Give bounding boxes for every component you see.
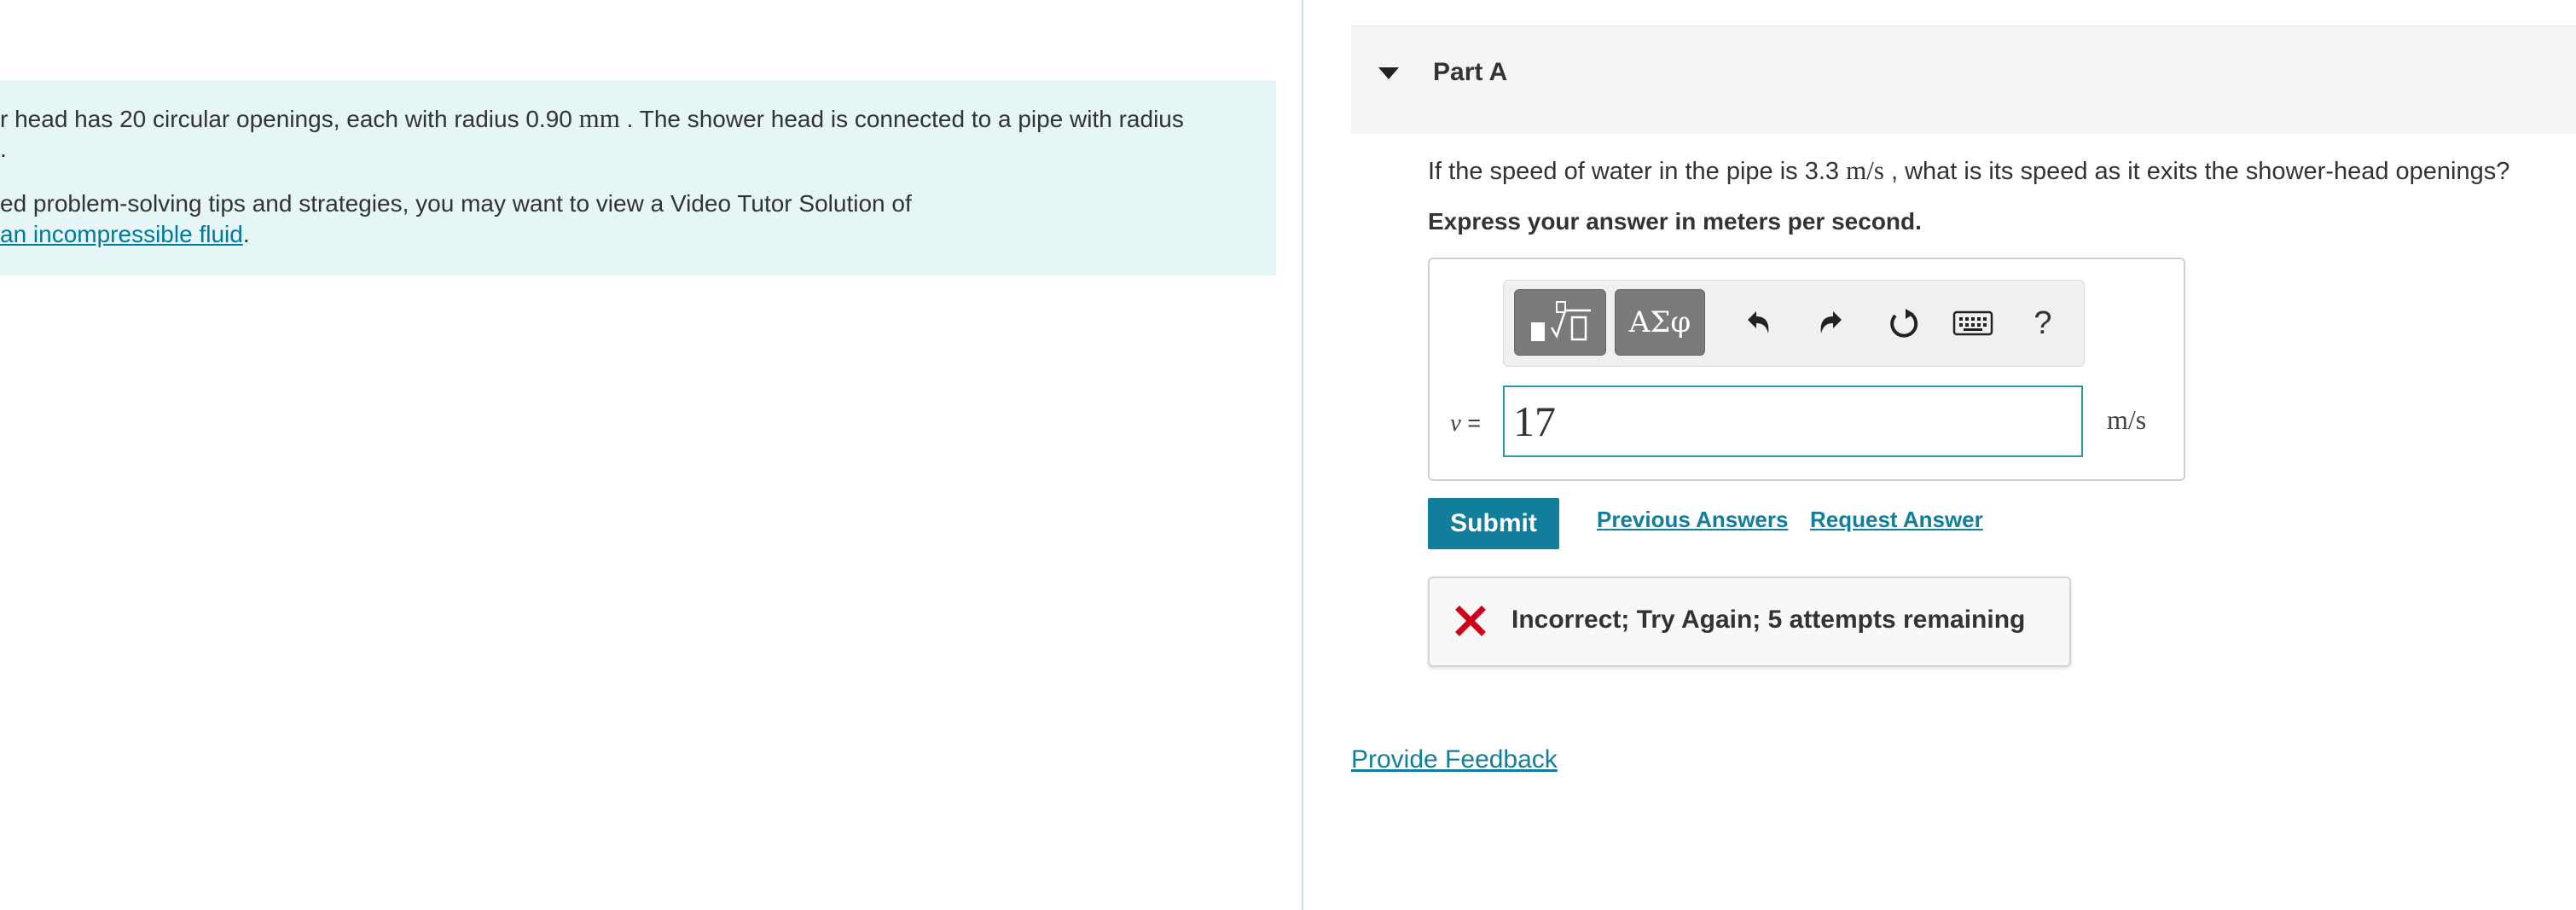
submit-button[interactable]: Submit <box>1428 498 1559 549</box>
answer-variable: v <box>1450 409 1461 437</box>
problem-text-line1: r head has 20 circular openings, each wi… <box>0 106 572 132</box>
previous-answers-link[interactable]: Previous Answers <box>1597 507 1788 533</box>
answer-pane: Part A If the speed of water in the pipe… <box>1303 0 2576 910</box>
reset-button[interactable] <box>1879 299 1927 347</box>
help-button[interactable]: ? <box>2019 299 2067 347</box>
problem-pane: r head has 20 circular openings, each wi… <box>0 0 1302 910</box>
math-toolbar: ΑΣφ ? <box>1503 280 2085 367</box>
problem-intro-box: r head has 20 circular openings, each wi… <box>0 80 1276 275</box>
problem-statement: r head has 20 circular openings, each wi… <box>0 102 1184 136</box>
tip-end: . <box>242 221 250 247</box>
equals-sign: = <box>1467 410 1482 436</box>
answer-instruction: Express your answer in meters per second… <box>1428 208 1922 235</box>
question-text-end: , what is its speed as it exits the show… <box>1890 158 2510 185</box>
video-tutor-link[interactable]: an incompressible fluid <box>0 221 243 247</box>
templates-icon <box>1531 301 1591 341</box>
feedback-text: Incorrect; Try Again; 5 attempts remaini… <box>1511 606 2026 634</box>
keyboard-icon <box>1952 310 1993 336</box>
incorrect-x-icon <box>1455 606 1486 636</box>
keyboard-button[interactable] <box>1949 299 1997 347</box>
redo-icon <box>1820 311 1842 333</box>
greek-symbols-icon: ΑΣφ <box>1628 305 1691 339</box>
provide-feedback-link[interactable]: Provide Feedback <box>1351 745 1558 774</box>
undo-icon <box>1748 311 1769 333</box>
help-icon: ? <box>2034 304 2052 341</box>
templates-button[interactable] <box>1514 289 1606 356</box>
speed-unit: m/s <box>1846 155 1884 185</box>
redo-button[interactable] <box>1807 299 1855 347</box>
radius-unit: mm <box>578 103 620 133</box>
question-text-start: If the speed of water in the pipe is 3.3 <box>1428 158 1840 185</box>
reset-icon <box>1890 309 1918 338</box>
problem-text-line2: . <box>0 136 7 162</box>
answer-input[interactable]: 17 <box>1503 385 2083 457</box>
part-title: Part A <box>1433 58 1508 86</box>
answer-unit: m/s <box>2107 404 2147 435</box>
collapse-caret-icon[interactable] <box>1378 67 1399 79</box>
request-answer-link[interactable]: Request Answer <box>1810 507 1983 533</box>
problem-text-line1-end: . The shower head is connected to a pipe… <box>626 106 1184 132</box>
part-header[interactable]: Part A <box>1351 26 2576 134</box>
answer-variable-label: v = <box>1450 409 1481 438</box>
undo-button[interactable] <box>1734 299 1782 347</box>
greek-symbols-button[interactable]: ΑΣφ <box>1615 289 1705 356</box>
question-text: If the speed of water in the pipe is 3.3… <box>1428 152 2509 190</box>
tip-text: ed problem-solving tips and strategies, … <box>0 190 912 217</box>
tip-link-line: an incompressible fluid. <box>0 218 250 251</box>
feedback-message-box: Incorrect; Try Again; 5 attempts remaini… <box>1428 577 2071 667</box>
answer-box: ΑΣφ ? v = 17 m/s <box>1428 258 2185 481</box>
